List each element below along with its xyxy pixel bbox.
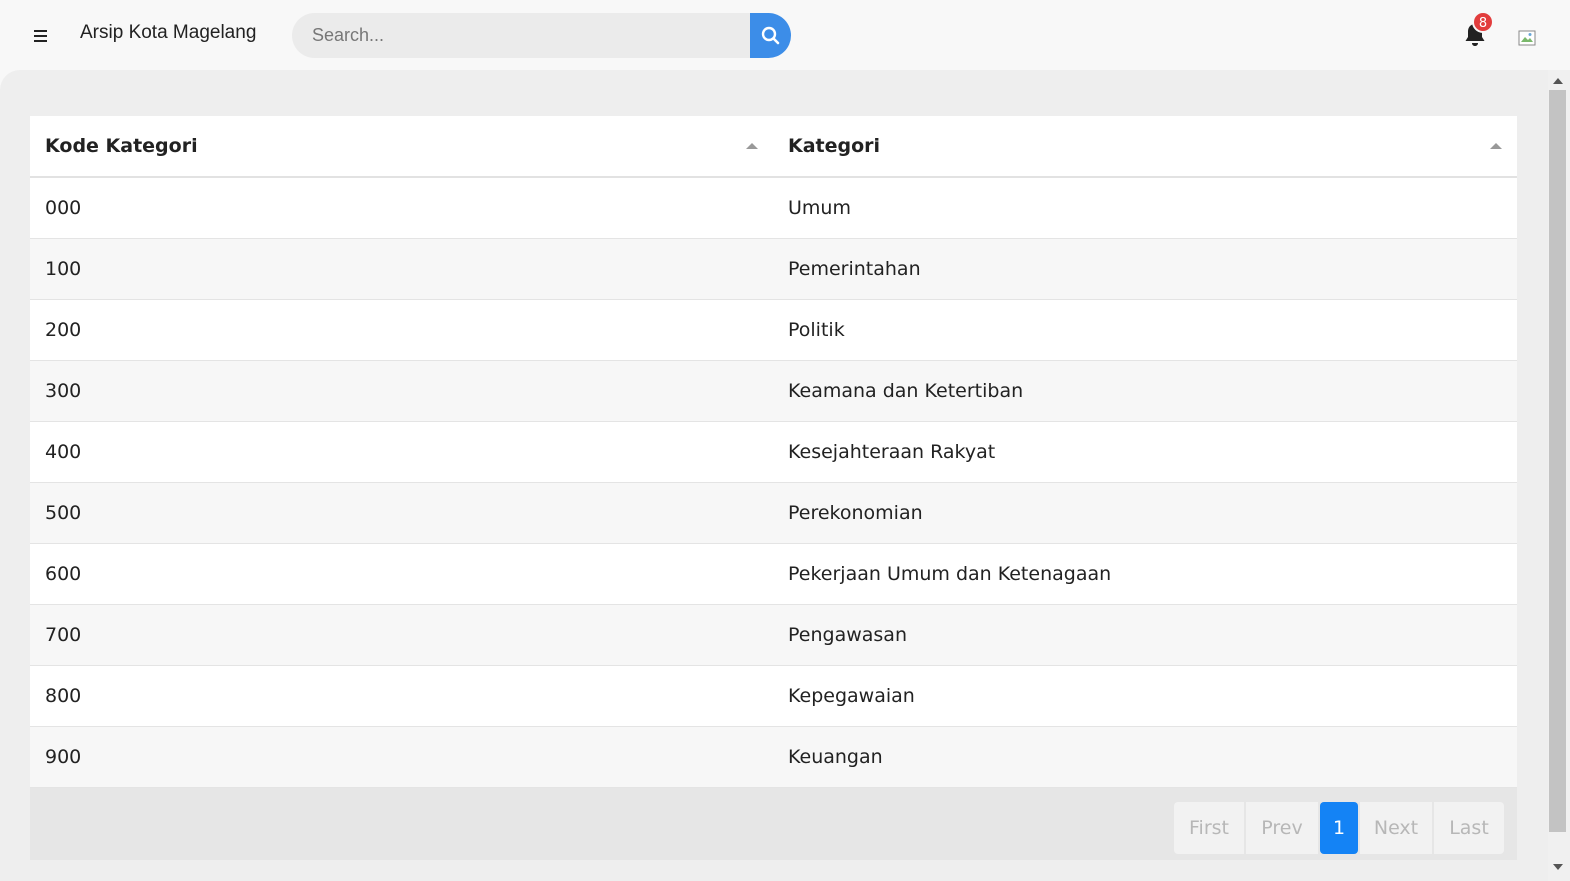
cell-kode: 100	[30, 238, 773, 300]
table-row: 100 Pemerintahan	[30, 238, 1517, 300]
pagination-prev-button[interactable]: Prev	[1246, 802, 1318, 854]
cell-kode: 800	[30, 665, 773, 727]
column-header-label: Kode Kategori	[45, 135, 198, 157]
pagination-current-page[interactable]: 1	[1320, 802, 1358, 854]
sort-ascending-icon[interactable]	[746, 143, 758, 149]
search-icon	[761, 26, 780, 45]
cell-kategori: Pekerjaan Umum dan Ketenagaan	[773, 543, 1517, 605]
avatar[interactable]	[1518, 28, 1538, 48]
pagination-first-button[interactable]: First	[1174, 802, 1244, 854]
cell-kode: 700	[30, 604, 773, 666]
top-bar: Arsip Kota Magelang 8	[0, 0, 1570, 70]
cell-kategori: Kepegawaian	[773, 665, 1517, 727]
pagination-next-button[interactable]: Next	[1360, 802, 1432, 854]
table-row: 600 Pekerjaan Umum dan Ketenagaan	[30, 543, 1517, 605]
app-title: Arsip Kota Magelang	[80, 22, 257, 43]
pagination-last-button[interactable]: Last	[1434, 802, 1504, 854]
category-table: Kode Kategori Kategori 000 Umum 100 Peme…	[30, 116, 1517, 788]
cell-kode: 600	[30, 543, 773, 605]
table-row: 500 Perekonomian	[30, 482, 1517, 544]
cell-kategori: Pemerintahan	[773, 238, 1517, 300]
cell-kode: 500	[30, 482, 773, 544]
table-row: 200 Politik	[30, 299, 1517, 361]
cell-kode: 200	[30, 299, 773, 361]
table-footer: First Prev 1 Next Last	[30, 788, 1517, 860]
column-header-label: Kategori	[788, 135, 881, 157]
cell-kode: 400	[30, 421, 773, 483]
table-row: 400 Kesejahteraan Rakyat	[30, 421, 1517, 483]
table-row: 700 Pengawasan	[30, 604, 1517, 666]
hamburger-icon[interactable]	[28, 24, 52, 46]
table-row: 800 Kepegawaian	[30, 665, 1517, 727]
category-table-card: Kode Kategori Kategori 000 Umum 100 Peme…	[30, 116, 1517, 860]
column-header-kode[interactable]: Kode Kategori	[30, 116, 773, 178]
cell-kategori: Perekonomian	[773, 482, 1517, 544]
cell-kategori: Keuangan	[773, 726, 1517, 788]
main-content: Kode Kategori Kategori 000 Umum 100 Peme…	[0, 70, 1548, 881]
sort-ascending-icon[interactable]	[1490, 143, 1502, 149]
table-row: 900 Keuangan	[30, 726, 1517, 788]
cell-kategori: Keamana dan Ketertiban	[773, 360, 1517, 422]
pagination: First Prev 1 Next Last	[1172, 802, 1504, 854]
search-input[interactable]	[292, 13, 754, 58]
table-header-row: Kode Kategori Kategori	[30, 116, 1517, 178]
scroll-up-arrow-icon[interactable]	[1553, 78, 1563, 84]
broken-image-icon	[1518, 30, 1536, 46]
cell-kode: 000	[30, 177, 773, 239]
column-header-kategori[interactable]: Kategori	[773, 116, 1517, 178]
search-bar	[292, 13, 791, 58]
cell-kode: 900	[30, 726, 773, 788]
search-button[interactable]	[750, 13, 791, 58]
cell-kategori: Pengawasan	[773, 604, 1517, 666]
scroll-down-arrow-icon[interactable]	[1553, 864, 1563, 870]
cell-kategori: Umum	[773, 177, 1517, 239]
scrollbar-thumb[interactable]	[1549, 90, 1566, 832]
cell-kategori: Kesejahteraan Rakyat	[773, 421, 1517, 483]
notification-badge: 8	[1472, 11, 1494, 33]
cell-kategori: Politik	[773, 299, 1517, 361]
table-row: 000 Umum	[30, 177, 1517, 239]
vertical-scrollbar[interactable]	[1548, 70, 1570, 881]
table-row: 300 Keamana dan Ketertiban	[30, 360, 1517, 422]
cell-kode: 300	[30, 360, 773, 422]
